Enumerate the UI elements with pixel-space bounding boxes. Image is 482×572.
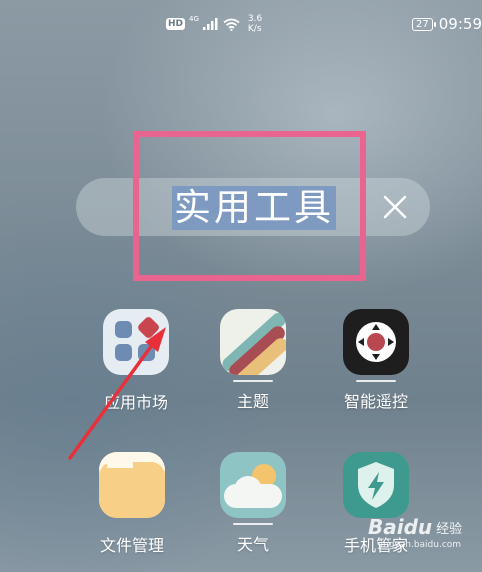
watermark-text: 经验 [436,521,463,537]
annotation-arrow [68,327,166,460]
watermark: Baidu 经验 [368,515,462,539]
watermark-brand: Baidu [368,515,433,539]
watermark-url: jingyan.baidu.com [378,540,462,550]
